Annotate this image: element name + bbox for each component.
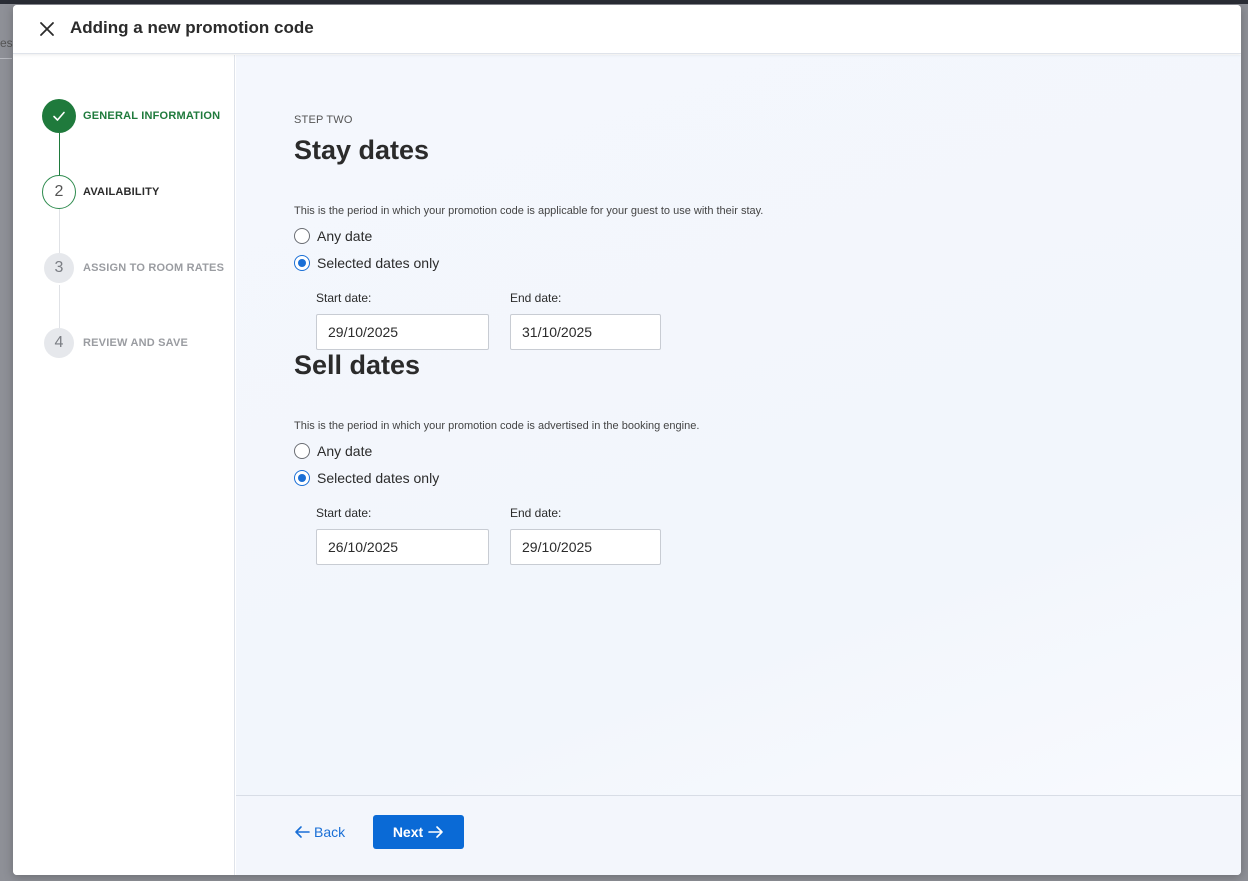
checkmark-icon <box>53 111 65 121</box>
modal-footer: Back Next <box>236 795 1241 875</box>
stay-end-date-input[interactable] <box>510 314 661 350</box>
step-connector <box>59 285 60 329</box>
step-number: 3 <box>44 253 74 283</box>
step-general-information[interactable]: GENERAL INFORMATION <box>42 99 220 133</box>
back-button[interactable]: Back <box>294 824 345 840</box>
app-top-bar <box>0 0 1248 4</box>
stay-start-date-input[interactable] <box>316 314 489 350</box>
step-number: 4 <box>44 328 74 358</box>
promotion-code-modal: Adding a new promotion code GENERAL INFO… <box>13 5 1241 875</box>
next-button[interactable]: Next <box>373 815 464 849</box>
sell-selected-dates-radio[interactable]: Selected dates only <box>294 470 439 486</box>
modal-title: Adding a new promotion code <box>70 18 314 37</box>
stay-selected-dates-radio[interactable]: Selected dates only <box>294 255 439 271</box>
radio-label: Any date <box>317 228 373 244</box>
close-icon <box>40 22 54 36</box>
step-review-and-save[interactable]: 4 REVIEW AND SAVE <box>42 328 188 358</box>
radio-label: Selected dates only <box>317 470 440 486</box>
sell-start-date-label: Start date: <box>316 506 372 520</box>
radio-circle[interactable] <box>294 443 310 459</box>
sell-any-date-radio[interactable]: Any date <box>294 443 372 459</box>
step-connector <box>59 209 60 253</box>
step-label: REVIEW AND SAVE <box>83 337 189 349</box>
stay-dates-description: This is the period in which your promoti… <box>294 205 764 217</box>
radio-circle[interactable] <box>294 228 310 244</box>
sell-start-date-input[interactable] <box>316 529 489 565</box>
sell-end-date-input[interactable] <box>510 529 661 565</box>
arrow-left-icon <box>295 826 310 838</box>
stepper-sidebar: GENERAL INFORMATION 2 AVAILABILITY 3 ASS… <box>13 55 235 875</box>
step-connector <box>59 133 60 177</box>
step-eyebrow: STEP TWO <box>294 114 353 126</box>
stay-start-date-label: Start date: <box>316 291 372 305</box>
background-peek-text: es <box>0 36 13 50</box>
step-content: STEP TWO Stay dates This is the period i… <box>236 55 1241 795</box>
stay-any-date-radio[interactable]: Any date <box>294 228 372 244</box>
step-availability[interactable]: 2 AVAILABILITY <box>42 175 160 209</box>
step-complete-indicator <box>42 99 76 133</box>
radio-label: Selected dates only <box>317 255 440 271</box>
modal-header: Adding a new promotion code <box>13 5 1241 54</box>
stay-end-date-label: End date: <box>510 291 562 305</box>
step-assign-room-rates[interactable]: 3 ASSIGN TO ROOM RATES <box>42 253 224 283</box>
step-label: AVAILABILITY <box>83 186 160 198</box>
step-label: GENERAL INFORMATION <box>83 110 221 122</box>
arrow-right-icon <box>428 826 443 838</box>
back-button-label: Back <box>314 824 346 840</box>
radio-circle[interactable] <box>294 255 310 271</box>
next-button-label: Next <box>392 824 424 840</box>
close-button[interactable] <box>37 19 57 39</box>
background-divider <box>0 58 12 59</box>
sell-end-date-label: End date: <box>510 506 562 520</box>
radio-circle[interactable] <box>294 470 310 486</box>
stay-dates-title: Stay dates <box>294 135 430 165</box>
step-label: ASSIGN TO ROOM RATES <box>83 262 225 274</box>
radio-label: Any date <box>317 443 373 459</box>
step-number: 2 <box>42 175 76 209</box>
sell-dates-title: Sell dates <box>294 350 421 380</box>
sell-dates-description: This is the period in which your promoti… <box>294 420 700 432</box>
